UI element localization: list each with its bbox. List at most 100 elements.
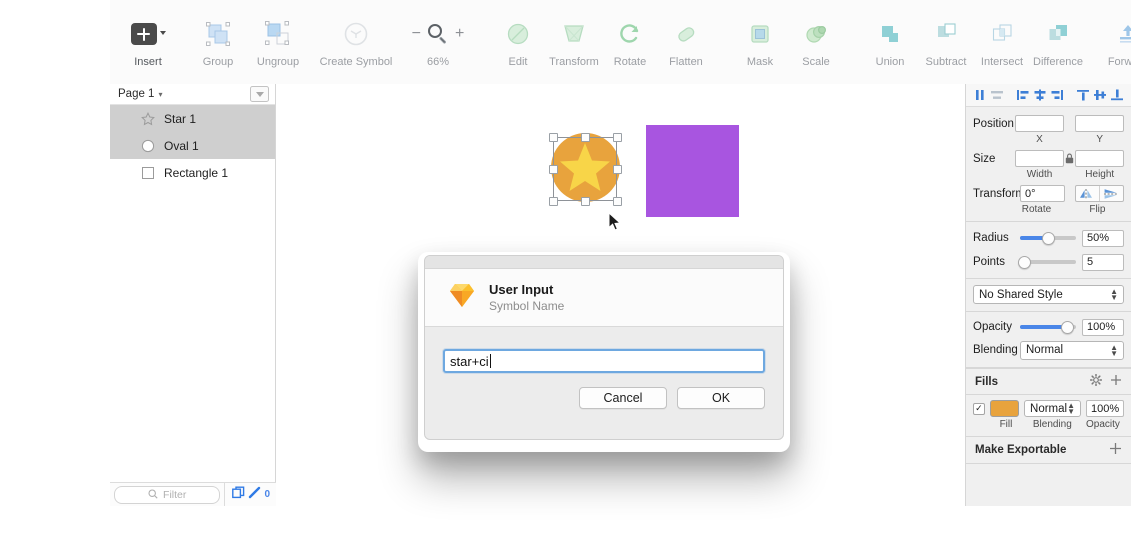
toolbar-button-intersect[interactable]: Intersect — [974, 0, 1030, 84]
fill-opacity-sublabel: Opacity — [1082, 419, 1124, 430]
opacity-slider[interactable] — [1020, 319, 1076, 336]
fill-blending-select[interactable]: Normal ▲▼ — [1024, 400, 1081, 417]
toolbar-button-transform[interactable]: Transform — [546, 0, 602, 84]
oval-icon — [140, 138, 155, 153]
zoom-level-label: 66% — [427, 56, 449, 68]
page-selector[interactable]: Page 1 ▾ — [118, 88, 162, 100]
scale-icon — [802, 16, 830, 52]
toolbar-button-forward[interactable]: Forward — [1100, 0, 1131, 84]
symbol-name-input[interactable]: star+ci — [443, 349, 765, 373]
flip-sublabel: Flip — [1071, 204, 1124, 215]
resize-handle-ne[interactable] — [613, 133, 622, 142]
resize-handle-se[interactable] — [613, 197, 622, 206]
cancel-button[interactable]: Cancel — [579, 387, 667, 409]
toolbar-label: Transform — [549, 56, 599, 68]
toolbar-button-subtract[interactable]: Subtract — [918, 0, 974, 84]
rotate-input[interactable]: 0° — [1020, 185, 1065, 202]
canvas-shape-rectangle[interactable] — [646, 125, 739, 217]
ok-button[interactable]: OK — [677, 387, 765, 409]
position-x-input[interactable] — [1015, 115, 1064, 132]
rotate-icon — [616, 16, 644, 52]
plus-icon[interactable] — [1110, 374, 1122, 389]
fill-color-swatch[interactable] — [990, 400, 1019, 417]
page-name-label: Page 1 — [118, 88, 154, 100]
points-slider-knob[interactable] — [1018, 256, 1031, 269]
fill-blending-value: Normal — [1030, 403, 1067, 415]
toolbar-label: Forward — [1108, 56, 1131, 68]
pen-icon[interactable] — [248, 486, 261, 504]
toolbar-zoom-control[interactable]: − + 66% — [410, 0, 466, 84]
toolbar-button-flatten[interactable]: Flatten — [658, 0, 714, 84]
lock-icon[interactable] — [1064, 153, 1076, 164]
layer-count: 0 — [264, 489, 270, 500]
radius-slider-knob[interactable] — [1042, 232, 1055, 245]
canvas-shape-star-oval[interactable] — [546, 130, 624, 208]
layer-row-rectangle-1[interactable]: Rectangle 1 — [110, 159, 275, 186]
dialog-buttons: Cancel OK — [443, 373, 765, 409]
radius-slider[interactable] — [1020, 230, 1076, 247]
toolbar-button-difference[interactable]: Difference — [1030, 0, 1086, 84]
toolbar-label: Create Symbol — [320, 56, 393, 68]
radius-value-input[interactable]: 50% — [1082, 230, 1124, 247]
size-width-input[interactable] — [1015, 150, 1064, 167]
page-options-button[interactable] — [250, 86, 269, 102]
toolbar-button-union[interactable]: Union — [862, 0, 918, 84]
distribute-left-icon[interactable] — [1014, 85, 1031, 105]
radius-label: Radius — [973, 232, 1020, 244]
toolbar-button-edit[interactable]: Edit — [490, 0, 546, 84]
radius-row: Radius 50% — [966, 226, 1131, 250]
distribute-center-icon[interactable] — [1031, 85, 1048, 105]
magnifier-icon[interactable] — [428, 24, 448, 44]
resize-handle-w[interactable] — [549, 165, 558, 174]
layer-row-star-1[interactable]: Star 1 — [110, 105, 275, 132]
gear-icon[interactable] — [1090, 374, 1102, 389]
fill-enabled-checkbox[interactable]: ✓ — [973, 403, 985, 415]
toolbar-button-group[interactable]: Group — [190, 0, 246, 84]
opacity-slider-knob[interactable] — [1061, 321, 1074, 334]
resize-handle-s[interactable] — [581, 197, 590, 206]
align-center-horizontal-icon[interactable] — [988, 85, 1005, 105]
toolbar-button-mask[interactable]: Mask — [732, 0, 788, 84]
inspector-panel: Position X Y Size — [965, 84, 1131, 506]
filter-input[interactable]: Filter — [114, 486, 220, 504]
opacity-value-input[interactable]: 100% — [1082, 319, 1124, 336]
flip-vertical-icon[interactable] — [1100, 186, 1123, 201]
flip-horizontal-icon[interactable] — [1076, 186, 1099, 201]
zoom-out-icon[interactable]: − — [412, 27, 421, 41]
fills-title: Fills — [975, 376, 998, 388]
plus-icon[interactable] — [1109, 442, 1122, 458]
align-top-icon[interactable] — [1074, 85, 1091, 105]
fill-blending-sublabel: Blending — [1023, 419, 1082, 430]
size-height-input[interactable] — [1075, 150, 1124, 167]
duplicate-icon[interactable] — [232, 486, 245, 504]
blending-select[interactable]: Normal ▲▼ — [1020, 341, 1124, 360]
points-value-input[interactable]: 5 — [1082, 254, 1124, 271]
resize-handle-sw[interactable] — [549, 197, 558, 206]
rectangle-icon — [140, 165, 155, 180]
align-bottom-icon[interactable] — [1108, 85, 1125, 105]
resize-handle-n[interactable] — [581, 133, 590, 142]
points-slider[interactable] — [1020, 254, 1076, 271]
shared-style-select[interactable]: No Shared Style ▲▼ — [973, 285, 1124, 304]
resize-handle-nw[interactable] — [549, 133, 558, 142]
position-y-input[interactable] — [1075, 115, 1124, 132]
resize-handle-e[interactable] — [613, 165, 622, 174]
star-icon — [140, 111, 155, 126]
toolbar-button-insert[interactable]: Insert — [120, 0, 176, 84]
toolbar-button-create-symbol[interactable]: Create Symbol — [328, 0, 384, 84]
toolbar-button-ungroup[interactable]: Ungroup — [250, 0, 306, 84]
layer-row-oval-1[interactable]: Oval 1 — [110, 132, 275, 159]
zoom-in-icon[interactable]: + — [455, 27, 464, 41]
align-left-icon[interactable] — [971, 85, 988, 105]
toolbar-button-scale[interactable]: Scale — [788, 0, 844, 84]
size-row: Size — [966, 150, 1131, 167]
fill-opacity-input[interactable]: 100% — [1086, 400, 1124, 417]
transform-label: Transform — [973, 188, 1020, 200]
distribute-right-icon[interactable] — [1048, 85, 1065, 105]
toolbar-button-rotate[interactable]: Rotate — [602, 0, 658, 84]
align-middle-icon[interactable] — [1091, 85, 1108, 105]
make-exportable-header[interactable]: Make Exportable — [966, 437, 1131, 464]
dialog-titlebar[interactable] — [425, 256, 783, 269]
rotate-sublabel: Rotate — [1013, 204, 1059, 215]
opacity-row: Opacity 100% — [966, 315, 1131, 339]
